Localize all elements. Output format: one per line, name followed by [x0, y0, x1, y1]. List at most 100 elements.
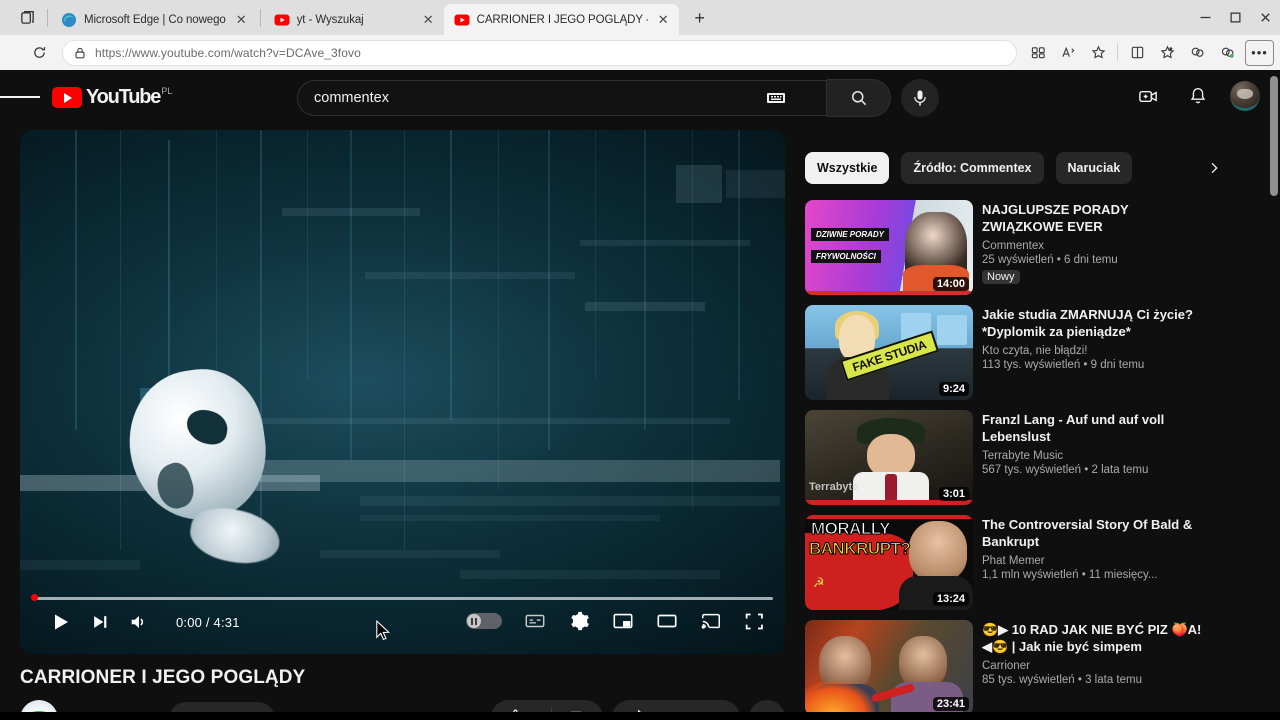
list-item[interactable]: ☭ MORALLY BANKRUPT? 13:24 The Controvers…: [805, 515, 1205, 610]
search-button[interactable]: [827, 79, 891, 117]
video-duration: 23:41: [932, 697, 969, 711]
window-minimize-button[interactable]: [1190, 3, 1220, 31]
video-channel[interactable]: Terrabyte Music: [982, 450, 1205, 462]
list-item[interactable]: Terrabyte 3:01 Franzl Lang - Auf und auf…: [805, 410, 1205, 505]
progress-track: [32, 597, 773, 600]
notifications-icon[interactable]: [1180, 78, 1216, 114]
video-thumbnail[interactable]: FAKE STUDIA 9:24: [805, 305, 973, 400]
youtube-header: YouTube PL commentex close-icon: [0, 70, 1280, 124]
create-video-icon[interactable]: [1130, 78, 1166, 114]
tab-close-icon[interactable]: ✕: [420, 11, 437, 28]
youtube-logo[interactable]: YouTube PL: [52, 85, 172, 109]
window-maximize-button[interactable]: [1220, 3, 1250, 31]
tab-close-icon[interactable]: ✕: [655, 11, 672, 28]
next-video-icon[interactable]: [90, 612, 110, 632]
filter-chip-source[interactable]: Źródło: Commentex: [901, 152, 1044, 184]
list-item[interactable]: 23:41 😎▶ 10 RAD JAK NIE BYĆ PIZ 🍑A! ◀😎 |…: [805, 620, 1205, 715]
video-title[interactable]: NAJGLUPSZE PORADY ZWIĄZKOWE EVER: [982, 201, 1205, 235]
video-channel[interactable]: Phat Memer: [982, 555, 1205, 567]
tab-divider: [47, 9, 48, 27]
new-tab-button[interactable]: +: [686, 4, 714, 32]
video-title[interactable]: Franzl Lang - Auf und auf voll Lebenslus…: [982, 411, 1205, 445]
thumbnail-art: [805, 681, 875, 715]
youtube-logo-text: YouTube: [86, 86, 161, 108]
chevron-right-icon[interactable]: [1198, 152, 1230, 184]
favorite-star-icon[interactable]: [1083, 39, 1113, 67]
browser-essentials-icon[interactable]: [1182, 39, 1212, 67]
video-stats: 25 wyświetleń • 6 dni temu: [982, 254, 1118, 266]
video-thumbnail[interactable]: DZIWNE PORADY FRYWOLNOŚCI 14:00: [805, 200, 973, 295]
tab-close-icon[interactable]: ✕: [233, 11, 250, 28]
volume-icon[interactable]: [128, 611, 150, 633]
video-title[interactable]: 😎▶ 10 RAD JAK NIE BYĆ PIZ 🍑A! ◀😎 | Jak n…: [982, 621, 1205, 655]
youtube-country-code: PL: [161, 86, 173, 96]
filter-chip-all[interactable]: Wszystkie: [805, 152, 890, 184]
browser-tab-2[interactable]: yt - Wyszukaj ✕: [264, 4, 444, 35]
favorites-icon[interactable]: [1152, 39, 1182, 67]
search-input[interactable]: commentex close-icon: [297, 80, 827, 116]
video-thumbnail[interactable]: Terrabyte 3:01: [805, 410, 973, 505]
video-meta: The Controversial Story Of Bald & Bankru…: [982, 515, 1205, 610]
browser-tab-3[interactable]: CARRIONER I JEGO POGLĄDY - ✕: [443, 4, 679, 35]
keyboard-icon[interactable]: [764, 86, 788, 110]
tab-title: CARRIONER I JEGO POGLĄDY -: [476, 13, 648, 26]
window-close-button[interactable]: [1250, 3, 1280, 31]
read-aloud-icon[interactable]: [1053, 39, 1083, 67]
video-stats: 567 tys. wyświetleń • 2 lata temu: [982, 464, 1149, 476]
youtube-page: YouTube PL commentex close-icon: [0, 70, 1280, 720]
voice-search-button[interactable]: [901, 79, 939, 117]
video-meta: NAJGLUPSZE PORADY ZWIĄZKOWE EVER Comment…: [982, 200, 1205, 295]
toolbar-actions: •••: [1023, 39, 1280, 67]
related-videos-list: DZIWNE PORADY FRYWOLNOŚCI 14:00 NAJGLUPS…: [805, 200, 1205, 715]
lock-icon: [73, 46, 87, 60]
thumbnail-text-1: Terrabyte: [809, 481, 859, 493]
player-controls: 0:00 / 4:31: [20, 590, 785, 654]
list-item[interactable]: FAKE STUDIA 9:24 Jakie studia ZMARNUJĄ C…: [805, 305, 1205, 400]
progress-handle[interactable]: [31, 594, 38, 601]
tab-actions-menu-icon[interactable]: [10, 2, 44, 32]
scrollbar-thumb[interactable]: [1270, 76, 1278, 196]
settings-icon[interactable]: [568, 610, 590, 632]
tab-divider: [259, 9, 261, 27]
video-thumbnail[interactable]: 23:41: [805, 620, 973, 715]
video-duration: 14:00: [932, 277, 969, 291]
cast-icon[interactable]: [700, 610, 722, 632]
video-stats: 85 tys. wyświetleń • 3 lata temu: [982, 674, 1142, 686]
globe-tail-graphic: [186, 502, 284, 570]
subtitles-icon[interactable]: [524, 610, 546, 632]
address-bar[interactable]: https://www.youtube.com/watch?v=DCAve_3f…: [62, 39, 1017, 66]
play-icon[interactable]: [48, 610, 72, 634]
browser-tab-1[interactable]: Microsoft Edge | Co nowego ✕: [51, 4, 257, 35]
page-scrollbar[interactable]: [1268, 70, 1280, 720]
guide-menu-icon[interactable]: [0, 77, 40, 117]
video-thumbnail[interactable]: ☭ MORALLY BANKRUPT? 13:24: [805, 515, 973, 610]
header-actions: [1130, 78, 1260, 114]
progress-bar[interactable]: [31, 594, 773, 601]
collections-icon[interactable]: [1122, 39, 1152, 67]
copilot-icon[interactable]: [1212, 39, 1242, 67]
account-avatar[interactable]: [1230, 81, 1260, 111]
filter-chip-naruciak[interactable]: Naruciak: [1055, 152, 1133, 184]
browser-toolbar: https://www.youtube.com/watch?v=DCAve_3f…: [0, 35, 1280, 70]
url-text: https://www.youtube.com/watch?v=DCAve_3f…: [95, 45, 361, 60]
browser-settings-more-button[interactable]: •••: [1245, 39, 1274, 66]
video-stats: 1,1 mln wyświetleń • 11 miesięcy...: [982, 569, 1158, 581]
list-item[interactable]: DZIWNE PORADY FRYWOLNOŚCI 14:00 NAJGLUPS…: [805, 200, 1205, 295]
miniplayer-icon[interactable]: [612, 610, 634, 632]
theater-mode-icon[interactable]: [656, 610, 678, 632]
video-channel[interactable]: Carrioner: [982, 660, 1205, 672]
refresh-icon[interactable]: [24, 39, 54, 67]
thumbnail-progress: [805, 291, 973, 295]
split-screen-icon[interactable]: [1023, 39, 1053, 67]
video-channel[interactable]: Commentex: [982, 240, 1205, 252]
video-canvas: [20, 130, 785, 654]
video-duration: 13:24: [932, 592, 969, 606]
video-title[interactable]: The Controversial Story Of Bald & Bankru…: [982, 516, 1205, 550]
globe-graphic: [120, 361, 275, 529]
video-channel[interactable]: Kto czyta, nie błądzi!: [982, 345, 1205, 357]
video-title[interactable]: Jakie studia ZMARNUJĄ Ci życie? *Dyplomi…: [982, 306, 1205, 340]
fullscreen-icon[interactable]: [744, 611, 765, 632]
autoplay-toggle[interactable]: [466, 613, 502, 629]
video-player[interactable]: 0:00 / 4:31: [20, 130, 785, 654]
clear-search-icon[interactable]: close-icon: [792, 83, 822, 113]
